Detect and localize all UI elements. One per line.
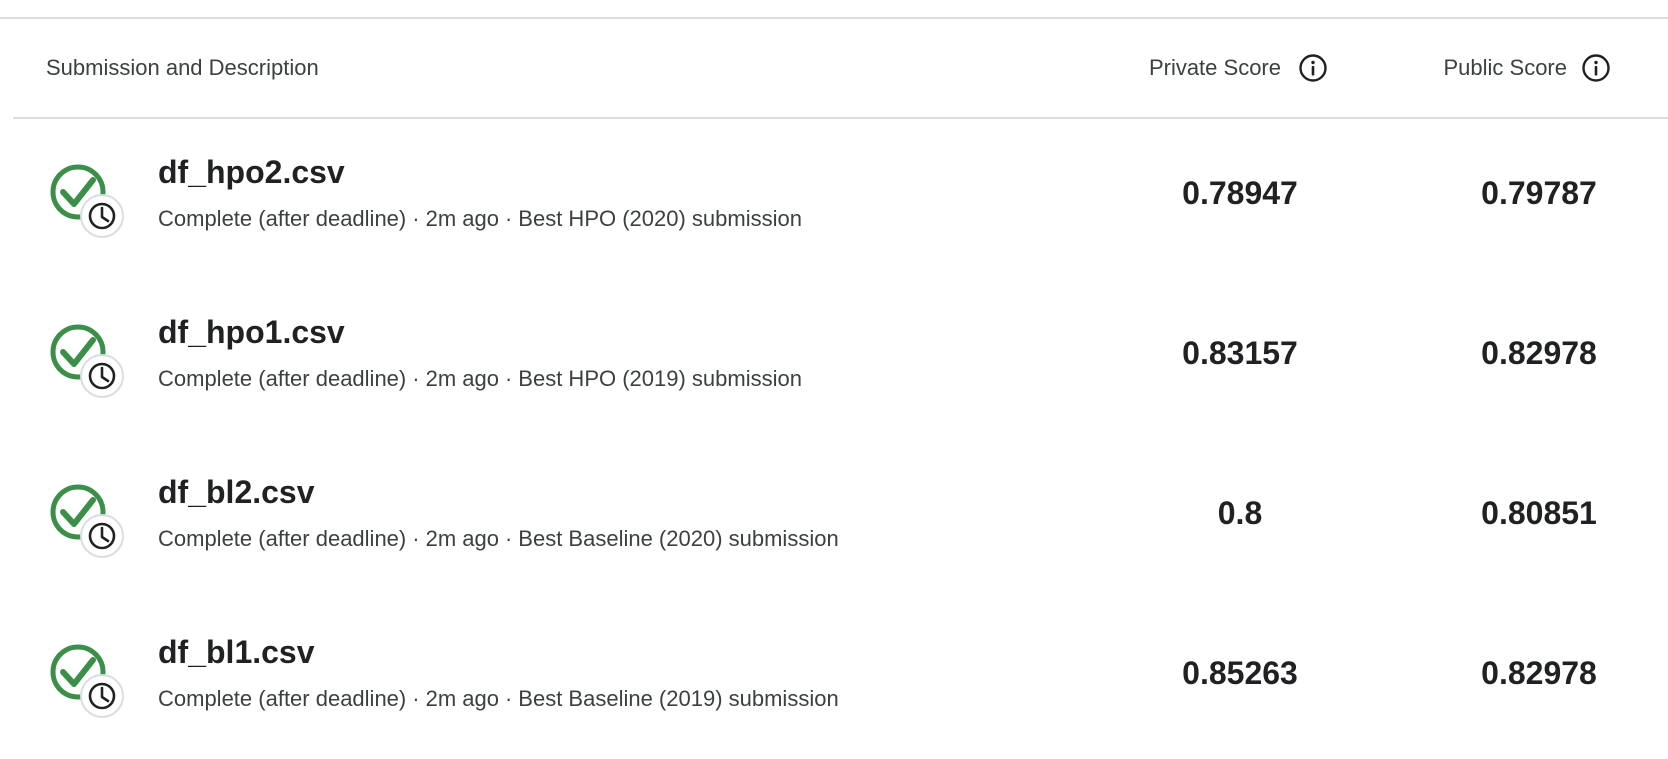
submission-row[interactable]: df_bl1.csv Complete (after deadline) · 2m …	[0, 599, 1668, 759]
meta-separator: ·	[412, 526, 420, 551]
submission-meta: Complete (after deadline) · 2m ago · Best HP…	[158, 205, 802, 233]
complete-late-status-icon	[50, 484, 124, 558]
submissions-list: df_hpo2.csv Complete (after deadline) · 2m…	[0, 119, 1668, 759]
complete-late-status-icon	[50, 644, 124, 718]
private-score-value: 0.78947	[1182, 175, 1298, 211]
submission-time: 2m ago	[425, 686, 499, 711]
private-score-column-header[interactable]: Private Score	[1135, 55, 1281, 81]
private-score-info-icon[interactable]	[1298, 53, 1328, 83]
submission-status: Complete (after deadline)	[158, 206, 407, 231]
public-score-column-header[interactable]: Public Score	[1421, 55, 1567, 81]
submission-meta: Complete (after deadline) · 2m ago · Best HP…	[158, 365, 802, 393]
submission-file-name[interactable]: df_bl2.csv	[158, 473, 315, 511]
submission-row[interactable]: df_hpo2.csv Complete (after deadline) · 2m…	[0, 119, 1668, 279]
public-score-value: 0.79787	[1481, 175, 1597, 211]
submission-file-name[interactable]: df_bl1.csv	[158, 633, 315, 671]
meta-separator: ·	[412, 686, 420, 711]
submission-description: Best HPO (2020) submission	[518, 206, 802, 231]
submission-description: Best HPO (2019) submission	[518, 366, 802, 391]
public-score-info-icon[interactable]	[1581, 53, 1611, 83]
submission-time: 2m ago	[425, 366, 499, 391]
private-score-value: 0.8	[1217, 495, 1263, 531]
meta-separator: ·	[504, 526, 513, 551]
submission-description: Best Baseline (2019) submission	[518, 686, 839, 711]
submission-time: 2m ago	[425, 526, 499, 551]
complete-late-status-icon	[50, 324, 124, 398]
public-score-value: 0.82978	[1481, 335, 1597, 371]
meta-separator: ·	[412, 206, 420, 231]
meta-separator: ·	[504, 206, 513, 231]
submission-file-name[interactable]: df_hpo1.csv	[158, 313, 345, 351]
public-score-value: 0.80851	[1481, 495, 1597, 531]
submission-status: Complete (after deadline)	[158, 526, 407, 551]
private-score-value: 0.83157	[1182, 335, 1298, 371]
public-score-value: 0.82978	[1481, 655, 1597, 691]
submission-status: Complete (after deadline)	[158, 686, 407, 711]
table-header: Submission and Description Private Score…	[13, 19, 1668, 119]
meta-separator: ·	[412, 366, 420, 391]
meta-separator: ·	[504, 686, 513, 711]
submission-row[interactable]: df_bl2.csv Complete (after deadline) · 2m …	[0, 439, 1668, 599]
submission-file-name[interactable]: df_hpo2.csv	[158, 153, 345, 191]
submission-status: Complete (after deadline)	[158, 366, 407, 391]
complete-late-status-icon	[50, 164, 124, 238]
submission-column-header: Submission and Description	[46, 55, 319, 80]
submission-meta: Complete (after deadline) · 2m ago · Best Ba…	[158, 685, 839, 713]
private-score-value: 0.85263	[1182, 655, 1298, 691]
submission-meta: Complete (after deadline) · 2m ago · Best Ba…	[158, 525, 839, 553]
submission-time: 2m ago	[425, 206, 499, 231]
meta-separator: ·	[504, 366, 513, 391]
submission-row[interactable]: df_hpo1.csv Complete (after deadline) · 2m…	[0, 279, 1668, 439]
submission-description: Best Baseline (2020) submission	[518, 526, 839, 551]
